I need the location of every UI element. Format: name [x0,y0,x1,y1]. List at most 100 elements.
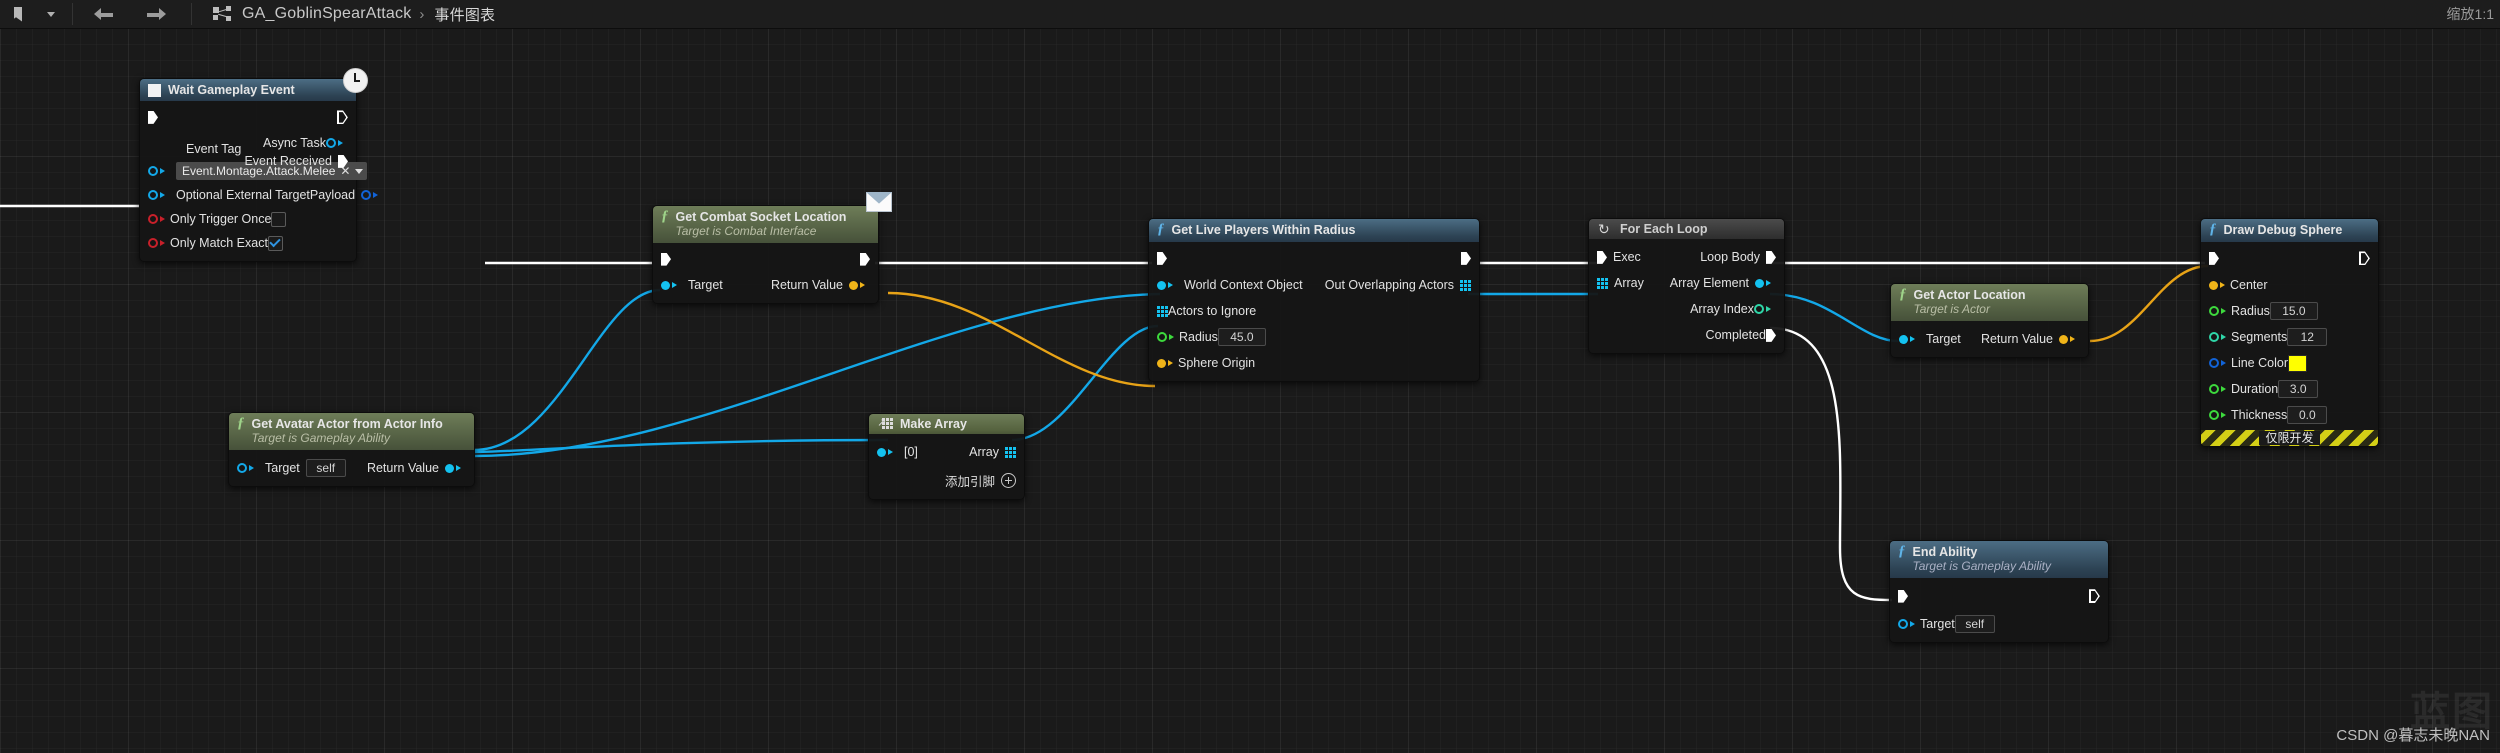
radius-row: Radius 15.0 [2201,300,2378,322]
array-out-pin[interactable] [1005,446,1016,458]
forward-button[interactable] [139,2,173,26]
node-header: ƒ Get Live Players Within Radius [1149,219,1479,243]
radius-field[interactable]: 15.0 [2269,302,2318,321]
input-label-array: Array [1614,276,1644,291]
toolbar-divider-1 [72,3,73,25]
center-pin[interactable] [2209,280,2230,290]
radius-field[interactable]: 45.0 [1217,328,1266,347]
breadcrumb-tab-event-graph[interactable]: 事件图表 [434,4,495,25]
function-icon: ƒ [2209,221,2217,237]
node-get-combat-socket-location[interactable]: ƒ Get Combat Socket Location Target is C… [652,192,892,305]
duration-pin[interactable] [2209,384,2231,395]
duration-field[interactable]: 3.0 [2278,380,2319,399]
node-title: Get Avatar Actor from Actor Info [251,417,443,431]
target-pin[interactable] [1899,334,1920,344]
bookmark-dropdown-button[interactable] [34,2,68,26]
return-value-pin[interactable] [445,463,466,473]
output-label-return-value: Return Value [366,461,439,476]
node-draw-debug-sphere[interactable]: ƒ Draw Debug Sphere Center Radius 15.0 S… [2200,218,2379,448]
node-title: Make Array [900,417,967,431]
output-label-payload: Payload [309,188,356,203]
out-overlapping-actors-pin[interactable] [1460,279,1471,291]
input-label-thickness: Thickness [2231,408,2288,423]
target-row: Target Return Value [653,274,878,296]
segments-pin[interactable] [2209,332,2231,343]
node-title: For Each Loop [1620,222,1708,236]
input-label-target: Target [1920,617,1955,632]
array-element-pin[interactable] [1755,278,1776,288]
function-icon: ƒ [1157,221,1165,237]
array-item-0-pin[interactable] [877,447,898,457]
return-value-pin[interactable] [849,280,870,290]
radius-pin[interactable] [2209,306,2231,317]
input-label-segments: Segments [2231,330,2288,345]
world-context-object-pin[interactable] [1157,280,1178,290]
node-get-avatar-actor-from-actor-info[interactable]: ƒ Get Avatar Actor from Actor Info Targe… [228,412,475,488]
only-match-exact-checkbox[interactable] [267,235,283,251]
line-color-swatch[interactable] [2287,354,2307,372]
back-button[interactable] [87,2,121,26]
node-header: ƒ Draw Debug Sphere [2201,219,2378,243]
target-pin[interactable] [1898,619,1920,630]
actors-to-ignore-pin[interactable] [1157,305,1168,317]
exec-in-pin[interactable] [148,110,158,124]
input-label-sphere-origin: Sphere Origin [1178,356,1256,371]
exec-in-pin[interactable] [1157,251,1167,265]
node-header: ƒ End Ability Target is Gameplay Ability [1890,541,2108,579]
event-tag-value-row: Event.Montage.Attack.Melee ✕ Event Recei… [140,154,368,182]
exec-out-pin[interactable] [860,252,870,266]
exec-out-pin[interactable] [337,110,348,124]
thickness-field[interactable]: 0.0 [2287,406,2328,425]
node-header: ↻ For Each Loop [1589,219,1784,240]
node-wait-gameplay-event[interactable]: Wait Gameplay Event Async Task Event Tag [139,68,379,263]
exec-in-pin[interactable] [1597,250,1607,264]
graph-icon-button[interactable] [206,2,240,26]
only-match-exact-pin[interactable] [148,238,170,249]
completed-pin[interactable] [1766,328,1776,342]
input-label-exec: Exec [1613,250,1641,265]
exec-in-pin[interactable] [1898,589,1908,603]
target-pin[interactable] [237,463,259,474]
payload-pin[interactable] [361,190,383,201]
output-label-return-value: Return Value [770,278,843,293]
target-self-field[interactable]: self [305,459,346,478]
only-trigger-once-checkbox[interactable] [271,211,287,227]
sphere-origin-pin[interactable] [1157,358,1178,368]
thickness-pin[interactable] [2209,410,2231,421]
bookmark-button[interactable] [0,2,34,26]
node-get-live-players-within-radius[interactable]: ƒ Get Live Players Within Radius World C… [1148,218,1480,383]
completed-row: Completed [1589,324,1784,346]
exec-out-pin[interactable] [2089,589,2100,603]
loop-body-pin[interactable] [1766,250,1776,264]
node-end-ability[interactable]: ƒ End Ability Target is Gameplay Ability… [1889,540,2109,644]
blueprint-graph-canvas[interactable]: Wait Gameplay Event Async Task Event Tag [0,28,2500,753]
breadcrumb-asset[interactable]: GA_GoblinSpearAttack [242,5,411,23]
add-pin-row[interactable]: 添加引脚 [869,469,1024,492]
target-self-field[interactable]: self [1954,615,1995,634]
line-color-pin[interactable] [2209,358,2231,369]
tag-chevron-down-icon[interactable] [355,168,364,174]
output-label-array: Array [969,445,999,460]
target-pin[interactable] [661,280,682,290]
loop-icon: ↻ [1598,221,1610,237]
output-label-out-overlapping-actors: Out Overlapping Actors [1324,278,1454,293]
input-label-radius: Radius [2231,304,2270,319]
exec-out-pin[interactable] [1461,251,1471,265]
exec-out-pin[interactable] [2359,251,2370,265]
exec-in-pin[interactable] [2209,251,2219,265]
input-label-only-trigger-once: Only Trigger Once [170,212,272,227]
event-received-pin[interactable] [338,154,348,168]
return-value-pin[interactable] [2059,334,2080,344]
radius-pin[interactable] [1157,332,1179,343]
optional-external-target-pin[interactable] [148,190,170,201]
node-make-array[interactable]: ↗ Make Array [0] Array [868,413,1025,501]
exec-in-pin[interactable] [661,252,671,266]
node-get-actor-location[interactable]: ƒ Get Actor Location Target is Actor Tar… [1890,283,2089,359]
segments-field[interactable]: 12 [2287,328,2328,347]
array-index-pin[interactable] [1754,304,1776,315]
array-in-pin[interactable] [1597,277,1608,289]
node-for-each-loop[interactable]: ↻ For Each Loop Exec Loop Body Array Arr… [1588,218,1785,355]
add-pin-icon[interactable] [1001,473,1016,489]
only-trigger-once-pin[interactable] [148,214,170,225]
event-tag-pin[interactable] [148,166,170,177]
